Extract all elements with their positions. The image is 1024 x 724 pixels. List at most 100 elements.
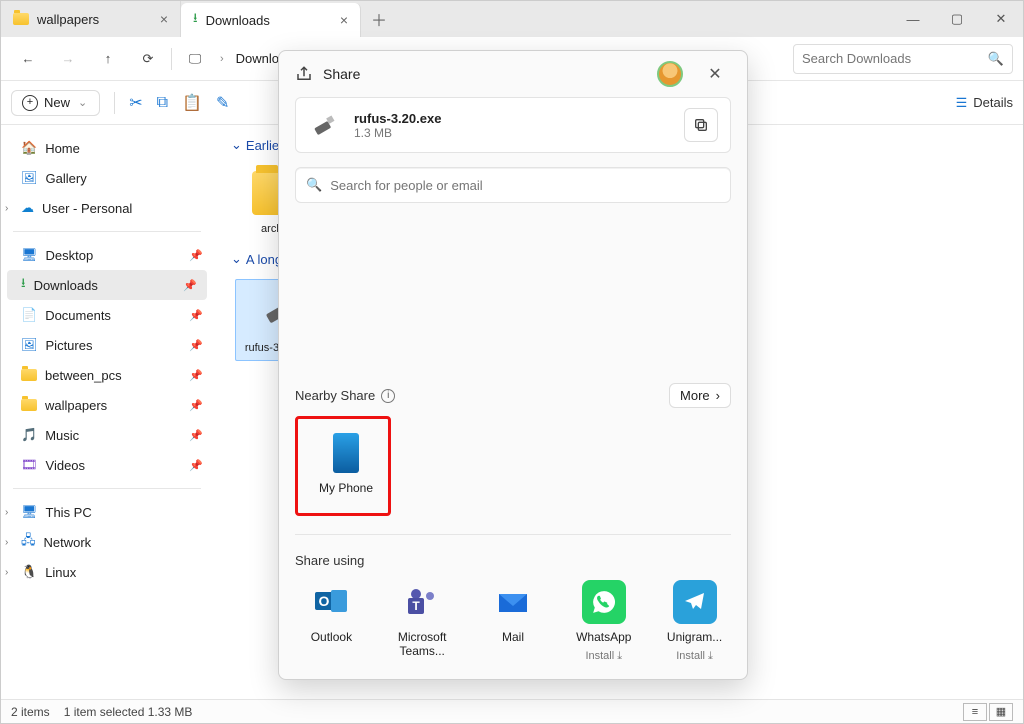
app-sublabel: Install ⤓: [676, 650, 713, 663]
search-icon: 🔍: [306, 177, 322, 193]
share-search-input[interactable]: [330, 178, 720, 193]
grid-view-button[interactable]: ▦: [989, 703, 1013, 721]
pin-icon: 📌: [189, 459, 203, 472]
usb-drive-icon: [308, 108, 342, 142]
tab-downloads[interactable]: ⭳ Downloads ×: [181, 3, 361, 37]
details-label: Details: [973, 95, 1013, 110]
rename-button[interactable]: ✎: [216, 93, 229, 113]
thispc-icon: 🖥: [21, 504, 38, 520]
desktop-icon: 🖥: [21, 247, 38, 263]
share-app-whatsapp[interactable]: WhatsApp Install ⤓: [567, 580, 640, 663]
up-button[interactable]: ↑: [91, 42, 125, 76]
share-using-label: Share using: [295, 553, 364, 568]
share-header: Share ✕: [279, 51, 747, 97]
teams-icon: T: [400, 580, 444, 624]
forward-button[interactable]: →: [51, 42, 85, 76]
sidebar-label: Desktop: [46, 248, 94, 263]
copy-button[interactable]: ⧉: [157, 94, 168, 112]
share-file-size: 1.3 MB: [354, 126, 441, 140]
user-avatar[interactable]: [657, 61, 683, 87]
sidebar-label: Downloads: [34, 278, 98, 293]
chevron-right-icon[interactable]: ›: [5, 507, 8, 518]
chevron-down-icon: ⌄: [231, 251, 242, 267]
tab-close-icon[interactable]: ×: [160, 11, 168, 27]
share-app-teams[interactable]: T Microsoft Teams...: [386, 580, 459, 663]
close-dialog-button[interactable]: ✕: [699, 64, 731, 84]
sidebar-label: Network: [44, 535, 92, 550]
sidebar-item-network[interactable]: › 🖧 Network: [1, 527, 213, 557]
downloads-icon: ⭳: [193, 9, 198, 31]
home-icon: 🏠: [21, 140, 37, 156]
app-label: WhatsApp: [576, 630, 631, 644]
pin-icon: 📌: [189, 369, 203, 382]
chevron-right-icon[interactable]: ›: [5, 567, 8, 578]
maximize-button[interactable]: ▢: [935, 1, 979, 37]
thispc-path-icon[interactable]: 🖵: [178, 42, 212, 76]
share-app-outlook[interactable]: O Outlook: [295, 580, 368, 663]
sidebar-label: wallpapers: [45, 398, 107, 413]
chevron-right-icon: ›: [716, 388, 720, 403]
share-icon: [295, 65, 313, 83]
new-tab-button[interactable]: ＋: [361, 1, 397, 37]
cut-button[interactable]: ✂: [129, 93, 142, 113]
copy-button[interactable]: [684, 108, 718, 142]
status-bar: 2 items 1 item selected 1.33 MB ≡ ▦: [1, 699, 1023, 723]
back-button[interactable]: ←: [11, 42, 45, 76]
sidebar-item-betweenpcs[interactable]: between_pcs 📌: [1, 360, 213, 390]
sidebar-item-gallery[interactable]: 🖼 Gallery: [1, 163, 213, 193]
downloads-icon: ⭳: [21, 274, 26, 296]
details-button[interactable]: ☰ Details: [956, 95, 1013, 111]
more-label: More: [680, 388, 710, 403]
search-input[interactable]: [802, 51, 982, 66]
tab-label: Downloads: [206, 13, 270, 28]
share-app-mail[interactable]: Mail: [477, 580, 550, 663]
share-search-box[interactable]: 🔍: [295, 167, 731, 203]
sidebar-label: between_pcs: [45, 368, 122, 383]
share-file-card: rufus-3.20.exe 1.3 MB: [295, 97, 731, 153]
refresh-button[interactable]: ⟳: [131, 42, 165, 76]
item-count: 2 items: [11, 705, 50, 719]
folder-icon: [21, 369, 37, 381]
app-label: Unigram...: [667, 630, 722, 644]
more-button[interactable]: More ›: [669, 383, 731, 408]
titlebar: wallpapers × ⭳ Downloads × ＋ — ▢ ✕: [1, 1, 1023, 37]
share-title: Share: [323, 66, 360, 82]
phone-icon: [333, 433, 359, 473]
close-window-button[interactable]: ✕: [979, 1, 1023, 37]
mail-icon: [491, 580, 535, 624]
folder-icon: [13, 13, 29, 25]
sidebar-item-videos[interactable]: 🎞 Videos 📌: [1, 450, 213, 480]
minimize-button[interactable]: —: [891, 1, 935, 37]
sidebar-item-music[interactable]: 🎵 Music 📌: [1, 420, 213, 450]
sidebar-label: Documents: [45, 308, 111, 323]
sidebar-item-home[interactable]: 🏠 Home: [1, 133, 213, 163]
sidebar-item-desktop[interactable]: 🖥 Desktop 📌: [1, 240, 213, 270]
documents-icon: 📄: [21, 307, 37, 323]
share-app-unigram[interactable]: Unigram... Install ⤓: [658, 580, 731, 663]
sidebar-item-onedrive[interactable]: › ☁ User - Personal: [1, 193, 213, 223]
search-icon: 🔍: [988, 51, 1004, 67]
list-view-button[interactable]: ≡: [963, 703, 987, 721]
search-box[interactable]: 🔍: [793, 44, 1013, 74]
nearby-share-header: Nearby Share i More ›: [295, 383, 731, 408]
tab-close-icon[interactable]: ×: [340, 12, 348, 28]
chevron-down-icon: ⌄: [78, 96, 87, 109]
svg-text:T: T: [413, 599, 421, 613]
new-button[interactable]: + New ⌄: [11, 90, 100, 116]
paste-button[interactable]: 📋: [182, 93, 202, 113]
sidebar-item-pictures[interactable]: 🖼 Pictures 📌: [1, 330, 213, 360]
new-label: New: [44, 95, 70, 110]
sidebar-item-documents[interactable]: 📄 Documents 📌: [1, 300, 213, 330]
sidebar-label: User - Personal: [42, 201, 132, 216]
whatsapp-icon: [582, 580, 626, 624]
tab-wallpapers[interactable]: wallpapers ×: [1, 1, 181, 37]
onedrive-icon: ☁: [21, 200, 34, 216]
info-icon[interactable]: i: [381, 389, 395, 403]
nearby-device-myphone[interactable]: My Phone: [295, 416, 391, 516]
sidebar-item-downloads[interactable]: ⭳ Downloads 📌: [7, 270, 207, 300]
sidebar-item-wallpapers[interactable]: wallpapers 📌: [1, 390, 213, 420]
sidebar-item-linux[interactable]: › 🐧 Linux: [1, 557, 213, 587]
chevron-right-icon[interactable]: ›: [5, 203, 8, 214]
sidebar-item-thispc[interactable]: › 🖥 This PC: [1, 497, 213, 527]
chevron-right-icon[interactable]: ›: [5, 537, 8, 548]
